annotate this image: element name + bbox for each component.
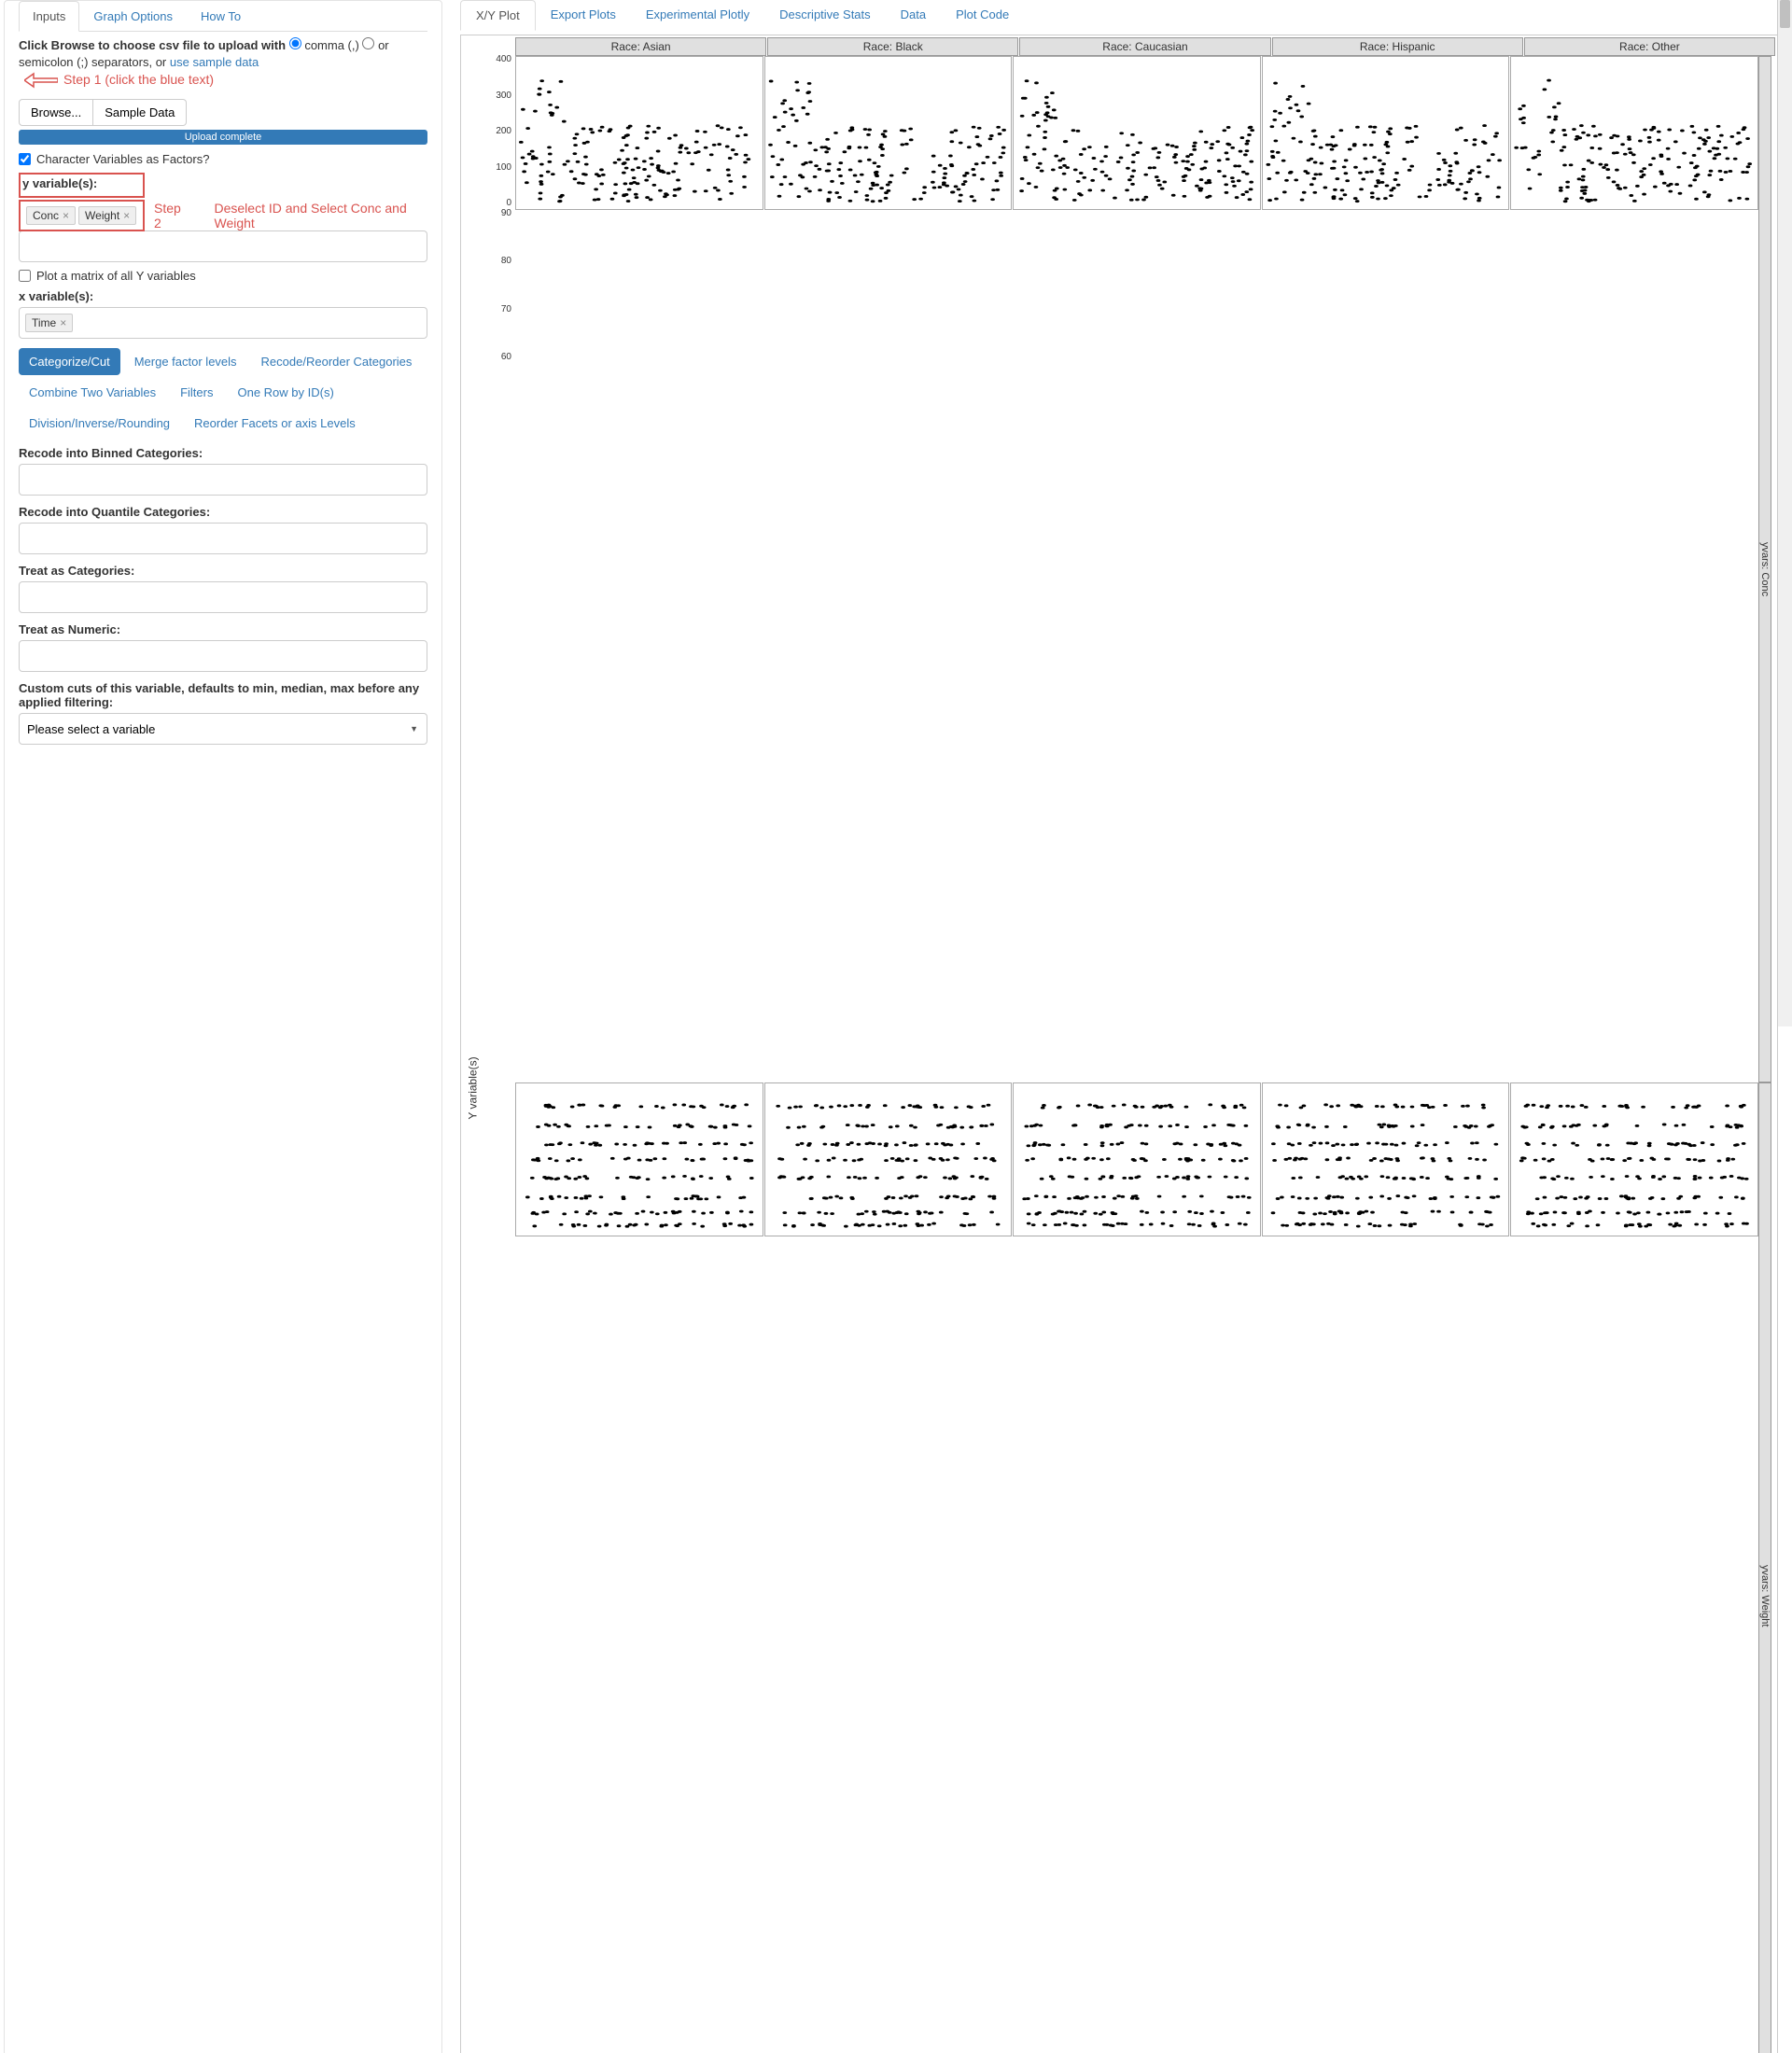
upload-suffix: separators, or [91,55,166,69]
remove-icon[interactable]: × [60,316,66,329]
facet-col-header: Race: Black [767,37,1018,56]
plot-tabs: X/Y Plot Export Plots Experimental Plotl… [460,0,1778,31]
recode-binned-input[interactable] [19,464,427,496]
plot-facet-cell [515,1082,763,1236]
plot-facet-cell [515,56,763,210]
facet-col-header: Race: Other [1524,37,1775,56]
y-ticks-conc: 4003002001000 [483,54,515,208]
plot-facet-cell [1510,1082,1758,1236]
facet-row-header: yvars: Weight [1758,1082,1771,2053]
vertical-scrollbar[interactable] [1777,0,1792,1026]
tab-export[interactable]: Export Plots [536,0,631,31]
yvar-input-rest[interactable] [19,230,427,262]
facet-col-header: Race: Hispanic [1272,37,1523,56]
treat-num-label: Treat as Numeric: [19,622,427,636]
pill-merge[interactable]: Merge factor levels [124,348,247,375]
yvar-token-weight[interactable]: Weight× [78,206,136,225]
plot-area[interactable]: Y variable(s) 4003002001000 90807060 Rac… [460,35,1778,2053]
plot-facet-cell [764,1082,1013,1236]
yvar-label: y variable(s): [22,176,141,190]
plot-facet-cell [1013,56,1261,210]
xvar-label: x variable(s): [19,289,427,303]
plot-ylabel: Y variable(s) [467,1056,480,1119]
plot-facet-cell [1262,56,1510,210]
recode-binned-label: Recode into Binned Categories: [19,446,427,460]
plot-facet-cell [764,56,1013,210]
yvar-token-conc[interactable]: Conc× [26,206,76,225]
pill-categorize[interactable]: Categorize/Cut [19,348,120,375]
upload-help-prefix: Click Browse to choose csv file to uploa… [19,38,286,52]
upload-progress: Upload complete [19,130,427,145]
xvar-token-time[interactable]: Time× [25,314,73,332]
char-factors-label: Character Variables as Factors? [36,152,209,166]
recode-quantile-label: Recode into Quantile Categories: [19,505,427,519]
y-ticks-weight: 90807060 [483,208,515,362]
plot-facet-cell [1262,1082,1510,1236]
sep-comma-label: comma (,) [304,38,359,52]
treat-num-input[interactable] [19,640,427,672]
plot-matrix-label: Plot a matrix of all Y variables [36,269,196,283]
step2-annot-desc: Deselect ID and Select Conc and Weight [215,201,428,230]
char-factors-checkbox[interactable] [19,153,31,165]
recode-quantile-input[interactable] [19,523,427,554]
yvar-input[interactable]: Conc× Weight× [21,202,143,230]
plot-matrix-checkbox[interactable] [19,270,31,282]
treat-cat-label: Treat as Categories: [19,564,427,578]
sep-semi-radio[interactable] [362,37,374,49]
pill-division[interactable]: Division/Inverse/Rounding [19,410,180,437]
operation-pills: Categorize/Cut Merge factor levels Recod… [19,348,427,437]
remove-icon[interactable]: × [63,209,69,222]
custom-cuts-label: Custom cuts of this variable, defaults t… [19,681,427,709]
facet-row-header: yvars: Conc [1758,56,1771,1082]
remove-icon[interactable]: × [123,209,130,222]
tab-howto[interactable]: How To [187,1,255,32]
tab-data[interactable]: Data [886,0,941,31]
pill-onerow[interactable]: One Row by ID(s) [227,379,343,406]
arrow-left-icon [24,72,58,89]
xvar-input[interactable]: Time× [19,307,427,339]
tab-inputs[interactable]: Inputs [19,1,79,32]
facet-col-header: Race: Caucasian [1019,37,1270,56]
tab-code[interactable]: Plot Code [941,0,1024,31]
step1-annot: Step 1 (click the blue text) [63,71,214,90]
plot-facet-cell [1013,1082,1261,1236]
custom-cuts-select[interactable] [19,713,427,745]
pill-combine[interactable]: Combine Two Variables [19,379,166,406]
tab-plotly[interactable]: Experimental Plotly [631,0,764,31]
plot-facet-cell [1510,56,1758,210]
sep-comma-radio[interactable] [289,37,301,49]
treat-cat-input[interactable] [19,581,427,613]
pill-reorder-facets[interactable]: Reorder Facets or axis Levels [184,410,366,437]
tab-stats[interactable]: Descriptive Stats [764,0,886,31]
pill-filters[interactable]: Filters [170,379,223,406]
step2-annot: Step 2 [154,201,189,230]
facet-col-header: Race: Asian [515,37,766,56]
tab-graph-options[interactable]: Graph Options [79,1,187,32]
sample-data-button[interactable]: Sample Data [93,99,187,126]
left-tabs: Inputs Graph Options How To [19,1,427,32]
use-sample-data-link[interactable]: use sample data [170,55,259,69]
browse-button[interactable]: Browse... [19,99,93,126]
tab-xyplot[interactable]: X/Y Plot [460,0,536,31]
pill-recode[interactable]: Recode/Reorder Categories [251,348,423,375]
